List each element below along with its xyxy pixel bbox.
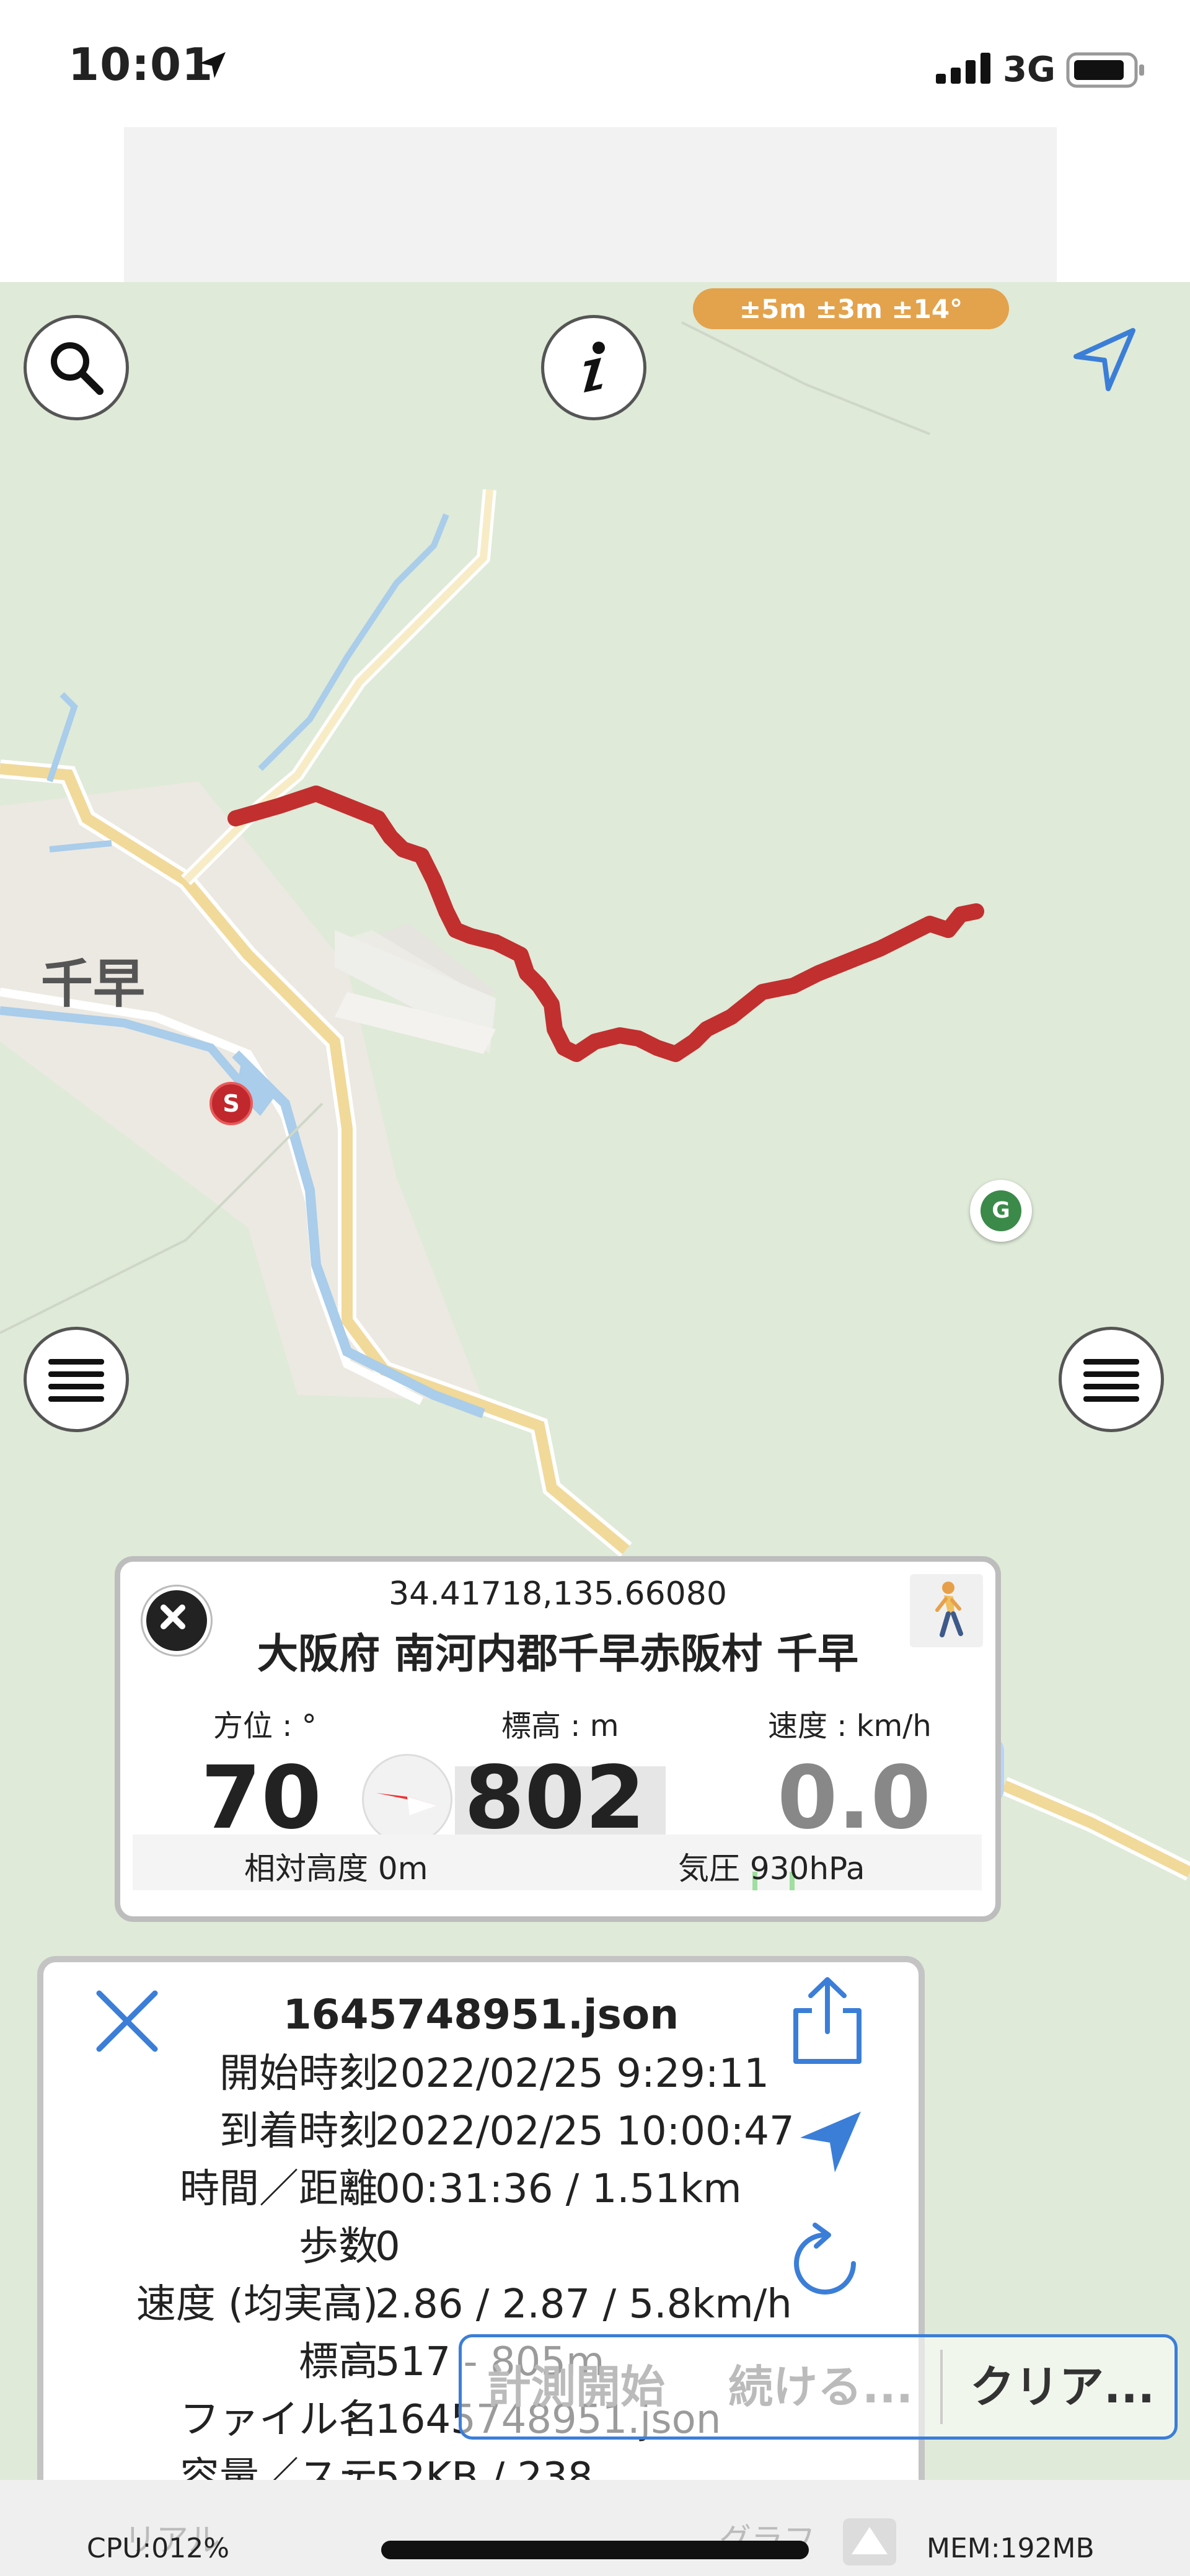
navigation-arrow-icon[interactable] xyxy=(1071,325,1139,394)
status-time: 10:01 xyxy=(68,38,214,91)
info-button[interactable] xyxy=(541,315,646,420)
refresh-icon[interactable] xyxy=(790,2223,865,2303)
track-row-arrival-time: 到着時刻 : 2022/02/25 10:00:47 xyxy=(219,2109,795,2154)
relative-altitude: 相対高度 0m xyxy=(244,1851,428,1887)
expand-up-icon[interactable] xyxy=(842,2517,897,2567)
start-marker[interactable]: S xyxy=(209,1082,253,1125)
location-info-panel: 34.41718,135.66080 大阪府 南河内郡千早赤阪村 千早 方位 :… xyxy=(115,1556,1001,1922)
home-indicator[interactable] xyxy=(381,2541,809,2559)
address: 大阪府 南河内郡千早赤阪村 千早 xyxy=(257,1630,858,1678)
pressure: 気圧 930hPa xyxy=(678,1851,865,1887)
altitude-label: 標高 : m xyxy=(501,1709,619,1743)
ad-banner[interactable] xyxy=(124,127,1057,282)
search-icon xyxy=(51,342,104,395)
compass-icon xyxy=(362,1754,452,1844)
speed-label: 速度 : km/h xyxy=(768,1709,932,1743)
track-row-speed: 速度 (均実高) : 2.86 / 2.87 / 5.8km/h xyxy=(136,2282,792,2327)
track-row-start-time: 開始時刻 : 2022/02/25 9:29:11 xyxy=(219,2051,769,2097)
goal-marker[interactable]: G xyxy=(970,1180,1032,1242)
cpu-usage: CPU:012% xyxy=(87,2533,230,2564)
heading-value: 70 xyxy=(201,1748,322,1849)
navigate-icon[interactable] xyxy=(796,2108,865,2176)
recording-controls: 計測開始 続ける... クリア... xyxy=(459,2334,1178,2440)
network-type: 3G xyxy=(1003,50,1056,90)
track-row-steps: 歩数 : 0 xyxy=(299,2224,400,2270)
left-menu-button[interactable] xyxy=(24,1327,129,1432)
battery-icon xyxy=(1066,52,1144,88)
cellular-signal-icon xyxy=(936,53,990,84)
walking-person-icon xyxy=(935,1582,963,1637)
info-icon xyxy=(584,342,605,392)
continue-button[interactable]: 続ける... xyxy=(728,2337,913,2437)
divider xyxy=(940,2350,943,2424)
map-place-label: 千早 xyxy=(41,954,146,1014)
start-recording-button[interactable]: 計測開始 xyxy=(487,2337,665,2437)
clear-button[interactable]: クリア... xyxy=(970,2337,1155,2437)
track-row-time-distance: 時間／距離 : 00:31:36 / 1.51km xyxy=(180,2166,742,2212)
memory-usage: MEM:192MB xyxy=(927,2533,1095,2564)
share-icon[interactable] xyxy=(787,1975,868,2068)
menu-icon xyxy=(1083,1359,1139,1402)
walking-mode-button[interactable] xyxy=(910,1574,983,1647)
menu-icon xyxy=(48,1359,104,1402)
speed-value: 0.0 xyxy=(777,1748,932,1849)
start-marker-label: S xyxy=(223,1090,240,1117)
search-button[interactable] xyxy=(24,315,129,420)
right-menu-button[interactable] xyxy=(1059,1327,1164,1432)
altitude-value: 802 xyxy=(464,1748,646,1849)
status-bar: 10:01 3G xyxy=(0,0,1190,127)
accuracy-badge: ±5m ±3m ±14° xyxy=(693,288,1009,329)
location-arrow-icon xyxy=(200,52,226,78)
heading-label: 方位 : ° xyxy=(213,1709,317,1743)
goal-marker-label: G xyxy=(981,1190,1021,1231)
coordinates: 34.41718,135.66080 xyxy=(389,1575,727,1613)
